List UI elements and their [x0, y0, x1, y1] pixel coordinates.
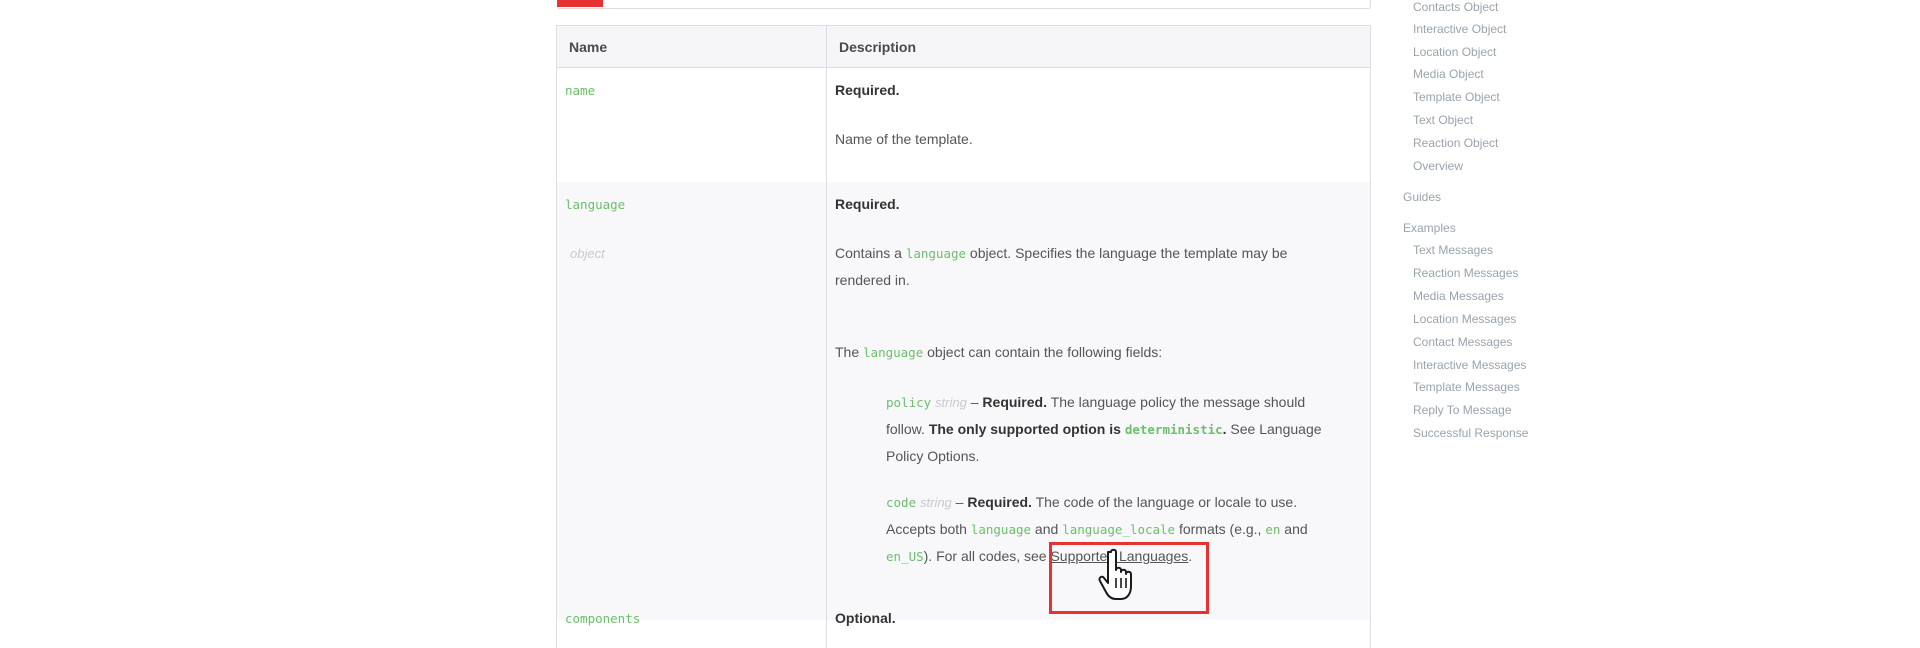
param-description: Name of the template.: [835, 131, 973, 147]
previous-section-accent: [557, 0, 603, 7]
param-description: Contains a language object. Specifies th…: [835, 245, 1288, 288]
required-label: Required.: [967, 494, 1032, 510]
param-name: language: [565, 197, 626, 212]
optional-label: Optional.: [835, 610, 896, 626]
sidebar-item-location-object[interactable]: Location Object: [1413, 45, 1496, 59]
param-type: object: [570, 246, 605, 261]
field-type: string: [920, 495, 952, 510]
sidebar-item-reaction-messages[interactable]: Reaction Messages: [1413, 266, 1518, 280]
sidebar-item-media-messages[interactable]: Media Messages: [1413, 289, 1504, 303]
sidebar-item-reply-to-message[interactable]: Reply To Message: [1413, 403, 1512, 417]
column-divider: [826, 26, 827, 648]
sidebar-item-template-messages[interactable]: Template Messages: [1413, 380, 1520, 394]
field-type: string: [935, 395, 967, 410]
inline-code: language: [970, 522, 1032, 537]
table-header: Name Description: [557, 26, 1370, 68]
field-name: code: [886, 495, 917, 510]
inline-code: language: [905, 246, 967, 261]
inline-code: language_locale: [1062, 522, 1176, 537]
fields-intro: The language object can contain the foll…: [835, 344, 1163, 360]
inline-code: deterministic: [1124, 422, 1223, 437]
sidebar-item-contact-messages[interactable]: Contact Messages: [1413, 335, 1512, 349]
sidebar-item-interactive-object[interactable]: Interactive Object: [1413, 22, 1506, 36]
inline-code: en: [1265, 522, 1281, 537]
hand-pointer-icon: [1098, 548, 1132, 600]
header-description: Description: [839, 39, 917, 55]
param-name: name: [565, 83, 596, 98]
sidebar-item-text-object[interactable]: Text Object: [1413, 113, 1473, 127]
sidebar-item-guides[interactable]: Guides: [1403, 190, 1441, 204]
required-label: Required.: [982, 394, 1047, 410]
sidebar-item-location-messages[interactable]: Location Messages: [1413, 312, 1516, 326]
sidebar-item-overview[interactable]: Overview: [1413, 159, 1463, 173]
parameters-table: Name Description name Required. Name of …: [556, 25, 1371, 648]
inline-code: en_US: [886, 549, 924, 564]
param-name: components: [565, 611, 641, 626]
sidebar-item-contacts-object[interactable]: Contacts Object: [1413, 0, 1498, 14]
field-policy: policy string – Required. The language p…: [886, 394, 1322, 464]
required-label: Required.: [835, 196, 900, 212]
sidebar-item-reaction-object[interactable]: Reaction Object: [1413, 136, 1498, 150]
previous-section-card: [557, 0, 1371, 9]
inline-code: language: [863, 345, 924, 360]
sidebar-nav: Contacts Object Interactive Object Locat…: [1400, 0, 1700, 648]
header-name: Name: [569, 39, 608, 55]
sidebar-item-examples[interactable]: Examples: [1403, 221, 1456, 235]
field-name: policy: [886, 395, 932, 410]
required-label: Required.: [835, 82, 900, 98]
sidebar-item-media-object[interactable]: Media Object: [1413, 67, 1484, 81]
sidebar-item-template-object[interactable]: Template Object: [1413, 90, 1500, 104]
sidebar-item-successful-response[interactable]: Successful Response: [1413, 426, 1528, 440]
sidebar-item-interactive-messages[interactable]: Interactive Messages: [1413, 358, 1526, 372]
sidebar-item-text-messages[interactable]: Text Messages: [1413, 243, 1493, 257]
